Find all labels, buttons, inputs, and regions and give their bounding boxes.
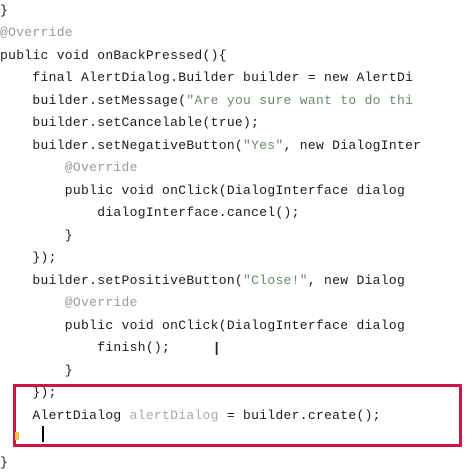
code-line: @Override: [0, 160, 138, 175]
code-line: }: [0, 455, 9, 470]
code-line: @Override: [0, 295, 138, 310]
code-line: }: [0, 228, 73, 243]
code-string: "Yes": [243, 138, 284, 153]
code-line: builder.setMessage("Are you sure want to…: [0, 90, 413, 112]
code-line: }: [0, 363, 73, 378]
code-line: });: [0, 250, 57, 265]
ibeam-cursor-icon: I: [214, 339, 220, 360]
code-variable: alertDialog: [129, 408, 219, 423]
code-token: , new DialogInter: [283, 138, 422, 153]
code-line: final AlertDialog.Builder builder = new …: [0, 70, 414, 85]
code-token: builder.setMessage(: [0, 93, 187, 108]
text-caret: [42, 426, 44, 442]
code-line: public void onClick(DialogInterface dial…: [0, 183, 406, 198]
code-line: @Override: [0, 25, 73, 40]
code-token: builder.setNegativeButton(: [0, 138, 244, 153]
code-token: = builder.create();: [218, 408, 381, 423]
code-token: , new Dialog: [307, 273, 406, 288]
code-token: AlertDialog: [0, 408, 130, 423]
code-line: });: [0, 385, 57, 400]
code-line: builder.setNegativeButton("Yes", new Dia…: [0, 135, 421, 157]
code-line: dialogInterface.cancel();: [0, 205, 300, 220]
code-string: "Close!": [243, 273, 308, 288]
code-editor[interactable]: } @Override public void onBackPressed(){…: [0, 0, 474, 474]
code-line: builder.setCancelable(true);: [0, 115, 260, 130]
code-line: finish();: [0, 340, 171, 355]
code-line: public void onBackPressed(){: [0, 48, 227, 63]
code-line: }: [0, 3, 9, 18]
gutter-marker: [15, 432, 19, 440]
code-line: public void onClick(DialogInterface dial…: [0, 318, 406, 333]
code-string: "Are you sure want to do thi: [186, 93, 414, 108]
code-line: builder.setPositiveButton("Close!", new …: [0, 270, 405, 292]
code-token: builder.setPositiveButton(: [0, 273, 244, 288]
code-line: AlertDialog alertDialog = builder.create…: [0, 405, 381, 427]
